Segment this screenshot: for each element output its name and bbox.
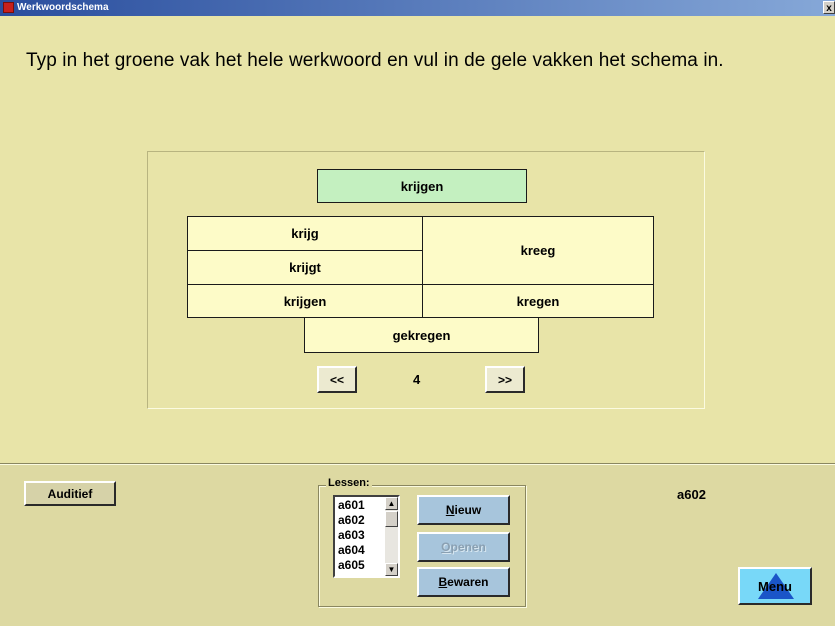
scroll-up-icon[interactable]: ▲ [385,497,398,510]
scroll-thumb[interactable] [385,511,398,527]
present-plural-field[interactable]: krijgen [187,284,423,318]
list-item[interactable]: a602 [336,513,386,528]
list-item[interactable]: a605 [336,558,386,573]
list-item[interactable]: a604 [336,543,386,558]
nieuw-mnemonic: N [445,503,455,517]
list-item[interactable]: a603 [336,528,386,543]
lessons-label: Lessen: [326,476,372,490]
bewaren-mnemonic: B [438,575,448,589]
previous-button[interactable]: << [317,366,357,393]
participle-field[interactable]: gekregen [304,317,539,353]
scroll-down-icon[interactable]: ▼ [385,563,398,576]
page-number: 4 [413,372,421,387]
nieuw-button[interactable]: Nieuw [417,495,510,525]
past-plural-field[interactable]: kregen [422,284,654,318]
list-scrollbar[interactable]: ▲ ▼ [385,497,398,576]
bewaren-label: ewaren [447,575,489,589]
current-lesson: a602 [677,487,706,502]
instruction-text: Typ in het groene vak het hele werkwoord… [26,50,724,71]
present-hij-field[interactable]: krijgt [187,250,423,285]
lessons-list[interactable]: a601 a602 a603 a604 a605 ▲ ▼ [333,495,400,578]
nieuw-label: ieuw [454,503,482,517]
menu-button[interactable]: Menu [738,567,812,605]
auditief-button[interactable]: Auditief [24,481,116,506]
close-button[interactable]: x [823,1,835,14]
title-bar: Werkwoordschema x [0,0,835,16]
infinitive-field[interactable]: krijgen [317,169,527,203]
list-item[interactable]: a601 [336,498,386,513]
next-button[interactable]: >> [485,366,525,393]
openen-button: Openen [417,532,510,562]
openen-mnemonic: O [441,540,451,554]
openen-label: penen [450,540,486,554]
present-ik-field[interactable]: krijg [187,216,423,251]
window-title: Werkwoordschema [17,2,109,13]
menu-label: Menu [758,579,792,594]
app-icon [3,2,14,13]
bewaren-button[interactable]: Bewaren [417,567,510,597]
past-singular-field[interactable]: kreeg [422,216,654,285]
